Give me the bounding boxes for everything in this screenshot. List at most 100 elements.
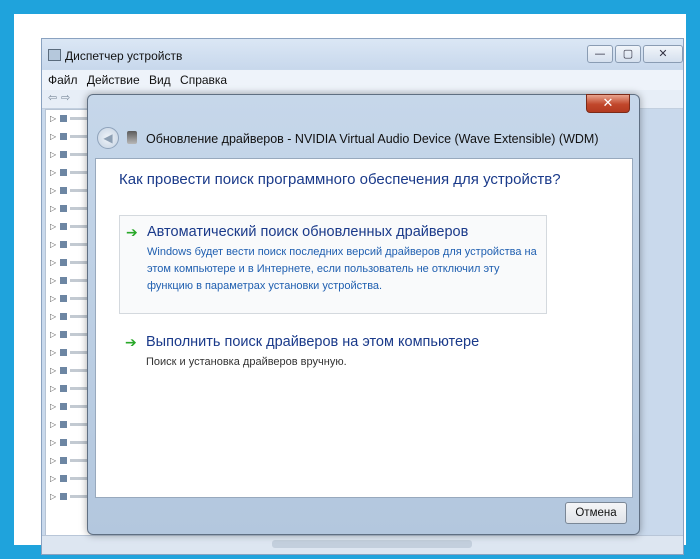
tree-node[interactable]: ▷ (50, 384, 90, 394)
tree-node[interactable]: ▷ (50, 420, 90, 430)
expand-icon[interactable]: ▷ (50, 222, 56, 231)
expand-icon[interactable]: ▷ (50, 366, 56, 375)
menu-help[interactable]: Справка (180, 70, 227, 90)
tree-node[interactable]: ▷ (50, 474, 90, 484)
status-bar (42, 535, 683, 554)
status-text-blurred (272, 540, 472, 548)
expand-icon[interactable]: ▷ (50, 330, 56, 339)
device-category-icon (60, 115, 67, 122)
expand-icon[interactable]: ▷ (50, 204, 56, 213)
tree-node[interactable]: ▷ (50, 186, 90, 196)
maximize-button[interactable]: ▢ (615, 45, 641, 63)
tree-node[interactable]: ▷ (50, 312, 90, 322)
tree-node[interactable]: ▷ (50, 132, 90, 142)
device-category-icon (60, 277, 67, 284)
search-question: Как провести поиск программного обеспече… (119, 171, 561, 188)
device-category-icon (60, 205, 67, 212)
expand-icon[interactable]: ▷ (50, 240, 56, 249)
menu-bar: Файл Действие Вид Справка (42, 70, 683, 90)
tree-node[interactable]: ▷ (50, 204, 90, 214)
back-arrow-icon[interactable]: ◀ (97, 127, 119, 149)
dialog-title: Обновление драйверов - NVIDIA Virtual Au… (146, 132, 599, 146)
device-category-icon (60, 259, 67, 266)
tree-node[interactable]: ▷ (50, 348, 90, 358)
tree-node[interactable]: ▷ (50, 276, 90, 286)
device-category-icon (60, 457, 67, 464)
device-category-icon (60, 241, 67, 248)
tree-node[interactable]: ▷ (50, 330, 90, 340)
device-manager-titlebar: Диспетчер устройств — ▢ ✕ (42, 39, 683, 69)
device-category-icon (60, 439, 67, 446)
tree-node[interactable]: ▷ (50, 258, 90, 268)
manual-search-title: Выполнить поиск драйверов на этом компью… (146, 334, 480, 350)
tree-node[interactable]: ▷ (50, 456, 90, 466)
minimize-button[interactable]: — (587, 45, 613, 63)
tree-node[interactable]: ▷ (50, 366, 90, 376)
expand-icon[interactable]: ▷ (50, 258, 56, 267)
device-category-icon (60, 493, 67, 500)
device-category-icon (60, 169, 67, 176)
tree-node[interactable]: ▷ (50, 402, 90, 412)
expand-icon[interactable]: ▷ (50, 132, 56, 141)
device-category-icon (60, 403, 67, 410)
dialog-header: ◀ Обновление драйверов - NVIDIA Virtual … (88, 117, 639, 159)
expand-icon[interactable]: ▷ (50, 168, 56, 177)
device-category-icon (60, 367, 67, 374)
toolbar-back-icon[interactable]: ⇦ (48, 91, 57, 104)
screenshot-frame: Диспетчер устройств — ▢ ✕ Файл Действие … (14, 14, 686, 555)
expand-icon[interactable]: ▷ (50, 402, 56, 411)
toolbar-forward-icon[interactable]: ⇨ (61, 91, 70, 104)
menu-action[interactable]: Действие (87, 70, 140, 90)
auto-search-option[interactable]: ➔ Автоматический поиск обновленных драйв… (119, 215, 547, 314)
green-arrow-icon: ➔ (126, 225, 138, 241)
manual-search-description: Поиск и установка драйверов вручную. (146, 356, 347, 368)
menu-view[interactable]: Вид (149, 70, 171, 90)
device-category-icon (60, 349, 67, 356)
expand-icon[interactable]: ▷ (50, 456, 56, 465)
expand-icon[interactable]: ▷ (50, 150, 56, 159)
menu-file[interactable]: Файл (48, 70, 78, 90)
dialog-close-button[interactable]: ✕ (586, 94, 630, 113)
device-category-icon (60, 385, 67, 392)
device-category-icon (60, 421, 67, 428)
expand-icon[interactable]: ▷ (50, 186, 56, 195)
update-driver-dialog: ✕ ◀ Обновление драйверов - NVIDIA Virtua… (87, 94, 640, 535)
device-category-icon (60, 475, 67, 482)
expand-icon[interactable]: ▷ (50, 420, 56, 429)
expand-icon[interactable]: ▷ (50, 348, 56, 357)
auto-search-title: Автоматический поиск обновленных драйвер… (147, 224, 469, 240)
audio-device-icon (127, 131, 137, 144)
expand-icon[interactable]: ▷ (50, 276, 56, 285)
device-manager-title: Диспетчер устройств (65, 49, 183, 63)
device-category-icon (60, 331, 67, 338)
device-category-icon (60, 133, 67, 140)
cancel-button[interactable]: Отмена (565, 502, 627, 524)
device-category-icon (60, 187, 67, 194)
expand-icon[interactable]: ▷ (50, 294, 56, 303)
expand-icon[interactable]: ▷ (50, 114, 56, 123)
tree-node[interactable]: ▷ (50, 168, 90, 178)
tree-node[interactable]: ▷ (50, 222, 90, 232)
expand-icon[interactable]: ▷ (50, 312, 56, 321)
device-category-icon (60, 295, 67, 302)
expand-icon[interactable]: ▷ (50, 474, 56, 483)
device-category-icon (60, 313, 67, 320)
expand-icon[interactable]: ▷ (50, 384, 56, 393)
device-category-icon (60, 223, 67, 230)
device-category-icon (60, 151, 67, 158)
tree-node[interactable]: ▷ (50, 438, 90, 448)
dialog-footer: Отмена (95, 498, 633, 530)
auto-search-description: Windows будет вести поиск последних верс… (147, 246, 537, 292)
manual-search-option[interactable]: ➔ Выполнить поиск драйверов на этом комп… (119, 326, 547, 386)
green-arrow-icon: ➔ (125, 335, 137, 351)
expand-icon[interactable]: ▷ (50, 492, 56, 501)
close-button[interactable]: ✕ (643, 45, 683, 63)
device-manager-icon (48, 49, 61, 61)
tree-node[interactable]: ▷ (50, 240, 90, 250)
tree-node[interactable]: ▷ (50, 492, 90, 502)
tree-node[interactable]: ▷ (50, 294, 90, 304)
tree-node[interactable]: ▷ (50, 150, 90, 160)
tree-node[interactable]: ▷ (50, 114, 90, 124)
expand-icon[interactable]: ▷ (50, 438, 56, 447)
dialog-body: Как провести поиск программного обеспече… (95, 158, 633, 498)
